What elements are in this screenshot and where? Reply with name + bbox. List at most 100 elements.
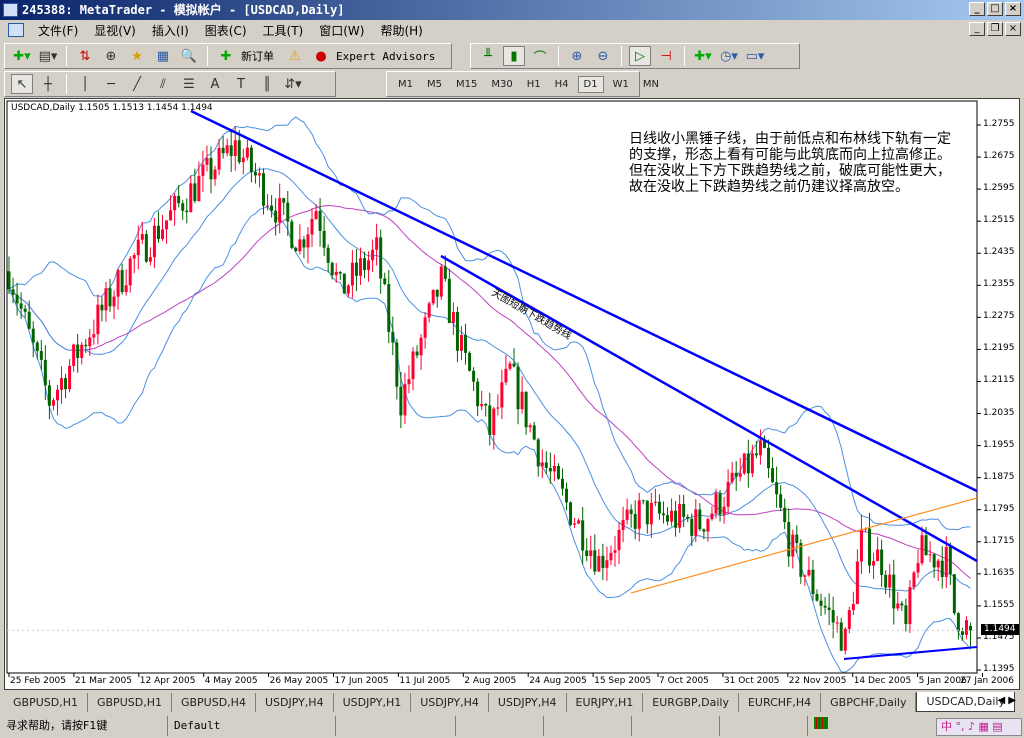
timeframe-h1[interactable]: H1 xyxy=(522,77,546,92)
candle-body xyxy=(702,529,706,532)
candle-body xyxy=(924,535,928,556)
vertical-line-icon[interactable]: │ xyxy=(74,74,96,94)
child-minimize-button[interactable]: _ xyxy=(969,22,985,36)
chart-shift-icon[interactable]: ⊣ xyxy=(655,46,677,66)
profiles-icon[interactable]: ▤▾ xyxy=(37,46,59,66)
market-watch-icon[interactable]: ⇅ xyxy=(74,46,96,66)
navigator-icon[interactable]: ★ xyxy=(126,46,148,66)
timeframe-m1[interactable]: M1 xyxy=(393,77,418,92)
bar-chart-icon[interactable]: ╨ xyxy=(477,46,499,66)
candle-body xyxy=(548,467,552,472)
candle-body xyxy=(148,257,152,262)
candle-body xyxy=(912,572,916,588)
y-tick-label: 1.2195 xyxy=(983,343,1015,354)
templates-icon[interactable]: ▭▾ xyxy=(744,46,766,66)
horizontal-line-icon[interactable]: ─ xyxy=(100,74,122,94)
equidistant-channel-icon[interactable]: ⫽ xyxy=(152,74,174,94)
chart-tab[interactable]: USDJPY,H4 xyxy=(411,692,489,712)
chart-tab[interactable]: USDJPY,H4 xyxy=(489,692,567,712)
candle-body xyxy=(666,515,670,522)
x-tick-label: 14 Dec 2005 xyxy=(853,676,912,686)
menu-help[interactable]: 帮助(H) xyxy=(372,22,430,39)
warning-icon[interactable]: ⚠ xyxy=(284,46,306,66)
candle-body xyxy=(298,239,302,252)
timeframe-m15[interactable]: M15 xyxy=(451,77,482,92)
candle-body xyxy=(835,622,839,624)
candle-body xyxy=(132,255,136,259)
candle-body xyxy=(197,175,201,201)
tab-scroll-arrows[interactable]: ◀ ▶ xyxy=(997,695,1016,706)
chart-tab[interactable]: GBPUSD,H1 xyxy=(4,692,88,712)
menu-insert[interactable]: 插入(I) xyxy=(144,22,197,39)
candle-body xyxy=(282,198,286,203)
menu-file[interactable]: 文件(F) xyxy=(30,22,86,39)
menu-charts[interactable]: 图表(C) xyxy=(197,22,255,39)
period-separators-icon[interactable]: ║ xyxy=(256,74,278,94)
separator xyxy=(558,46,559,66)
indicators-icon[interactable]: ✚▾ xyxy=(692,46,714,66)
terminal-icon[interactable]: ▦ xyxy=(152,46,174,66)
child-restore-button[interactable]: ❐ xyxy=(987,22,1003,36)
chart-tab[interactable]: EURJPY,H1 xyxy=(567,692,644,712)
candle-body xyxy=(391,331,395,343)
zoom-out-icon[interactable]: ⊖ xyxy=(592,46,614,66)
candle-body xyxy=(892,574,896,609)
close-button[interactable]: × xyxy=(1005,2,1021,16)
chart-tab[interactable]: USDJPY,H4 xyxy=(256,692,334,712)
status-cell xyxy=(456,716,544,736)
candle-body xyxy=(100,304,104,311)
arrows-icon[interactable]: ⇵▾ xyxy=(282,74,304,94)
candle-body xyxy=(31,328,35,343)
maximize-button[interactable]: □ xyxy=(987,2,1003,16)
timeframe-m5[interactable]: M5 xyxy=(422,77,447,92)
ime-toolbar[interactable]: 中 °, ♪ ▦ ▤ xyxy=(936,718,1022,736)
y-tick-label: 1.1395 xyxy=(983,664,1015,675)
candle-body xyxy=(233,140,237,157)
x-tick-label: 17 Jun 2005 xyxy=(334,676,389,686)
chart-window[interactable]: USDCAD,Daily 1.1505 1.1513 1.1454 1.1494… xyxy=(4,98,1020,690)
crosshair-icon[interactable]: ┼ xyxy=(37,74,59,94)
cursor-icon[interactable]: ↖ xyxy=(11,74,33,94)
candle-body xyxy=(310,218,314,235)
periods-icon[interactable]: ◷▾ xyxy=(718,46,740,66)
window-title: 245388: MetaTrader - 模拟帐户 - [USDCAD,Dail… xyxy=(22,3,345,17)
x-tick-label: 4 May 2005 xyxy=(204,676,258,686)
menu-view[interactable]: 显视(V) xyxy=(86,22,144,39)
menu-tools[interactable]: 工具(T) xyxy=(255,22,312,39)
new-order-icon[interactable]: ✚ xyxy=(215,46,237,66)
timeframe-h4[interactable]: H4 xyxy=(550,77,574,92)
new-order-button[interactable]: 新订单 xyxy=(241,48,274,64)
text-icon[interactable]: A xyxy=(204,74,226,94)
zoom-in-icon[interactable]: ⊕ xyxy=(566,46,588,66)
candle-body xyxy=(815,594,819,601)
candle-body xyxy=(358,258,362,276)
expert-advisors-button[interactable]: Expert Advisors xyxy=(336,50,435,63)
chart-tab[interactable]: GBPUSD,H4 xyxy=(172,692,256,712)
tester-icon[interactable]: 🔍 xyxy=(178,46,200,66)
candlestick-icon[interactable]: ▮ xyxy=(503,46,525,66)
chart-tab[interactable]: GBPUSD,H1 xyxy=(88,692,172,712)
menu-window[interactable]: 窗口(W) xyxy=(311,22,372,39)
expert-advisors-icon[interactable]: ● xyxy=(310,46,332,66)
candle-body xyxy=(589,550,593,557)
chart-tab[interactable]: USDJPY,H1 xyxy=(334,692,412,712)
trendline-icon[interactable]: ╱ xyxy=(126,74,148,94)
timeframe-d1[interactable]: D1 xyxy=(577,75,604,93)
chart-tab[interactable]: EURCHF,H4 xyxy=(739,692,822,712)
timeframe-mn[interactable]: MN xyxy=(638,77,664,92)
child-close-button[interactable]: × xyxy=(1005,22,1021,36)
autoscroll-icon[interactable]: ▷ xyxy=(629,46,651,66)
new-chart-icon[interactable]: ✚▾ xyxy=(11,46,33,66)
timeframe-w1[interactable]: W1 xyxy=(608,77,634,92)
text-label-icon[interactable]: T xyxy=(230,74,252,94)
chart-tab[interactable]: EURGBP,Daily xyxy=(643,692,739,712)
candle-body xyxy=(302,239,306,248)
data-window-icon[interactable]: ⊕ xyxy=(100,46,122,66)
line-chart-icon[interactable]: ⌒ xyxy=(529,46,551,66)
minimize-button[interactable]: _ xyxy=(969,2,985,16)
chart-tab[interactable]: GBPCHF,Daily xyxy=(821,692,917,712)
fibonacci-icon[interactable]: ☰ xyxy=(178,74,200,94)
candle-body xyxy=(346,285,350,294)
timeframe-m30[interactable]: M30 xyxy=(486,77,517,92)
document-icon[interactable] xyxy=(8,23,24,37)
